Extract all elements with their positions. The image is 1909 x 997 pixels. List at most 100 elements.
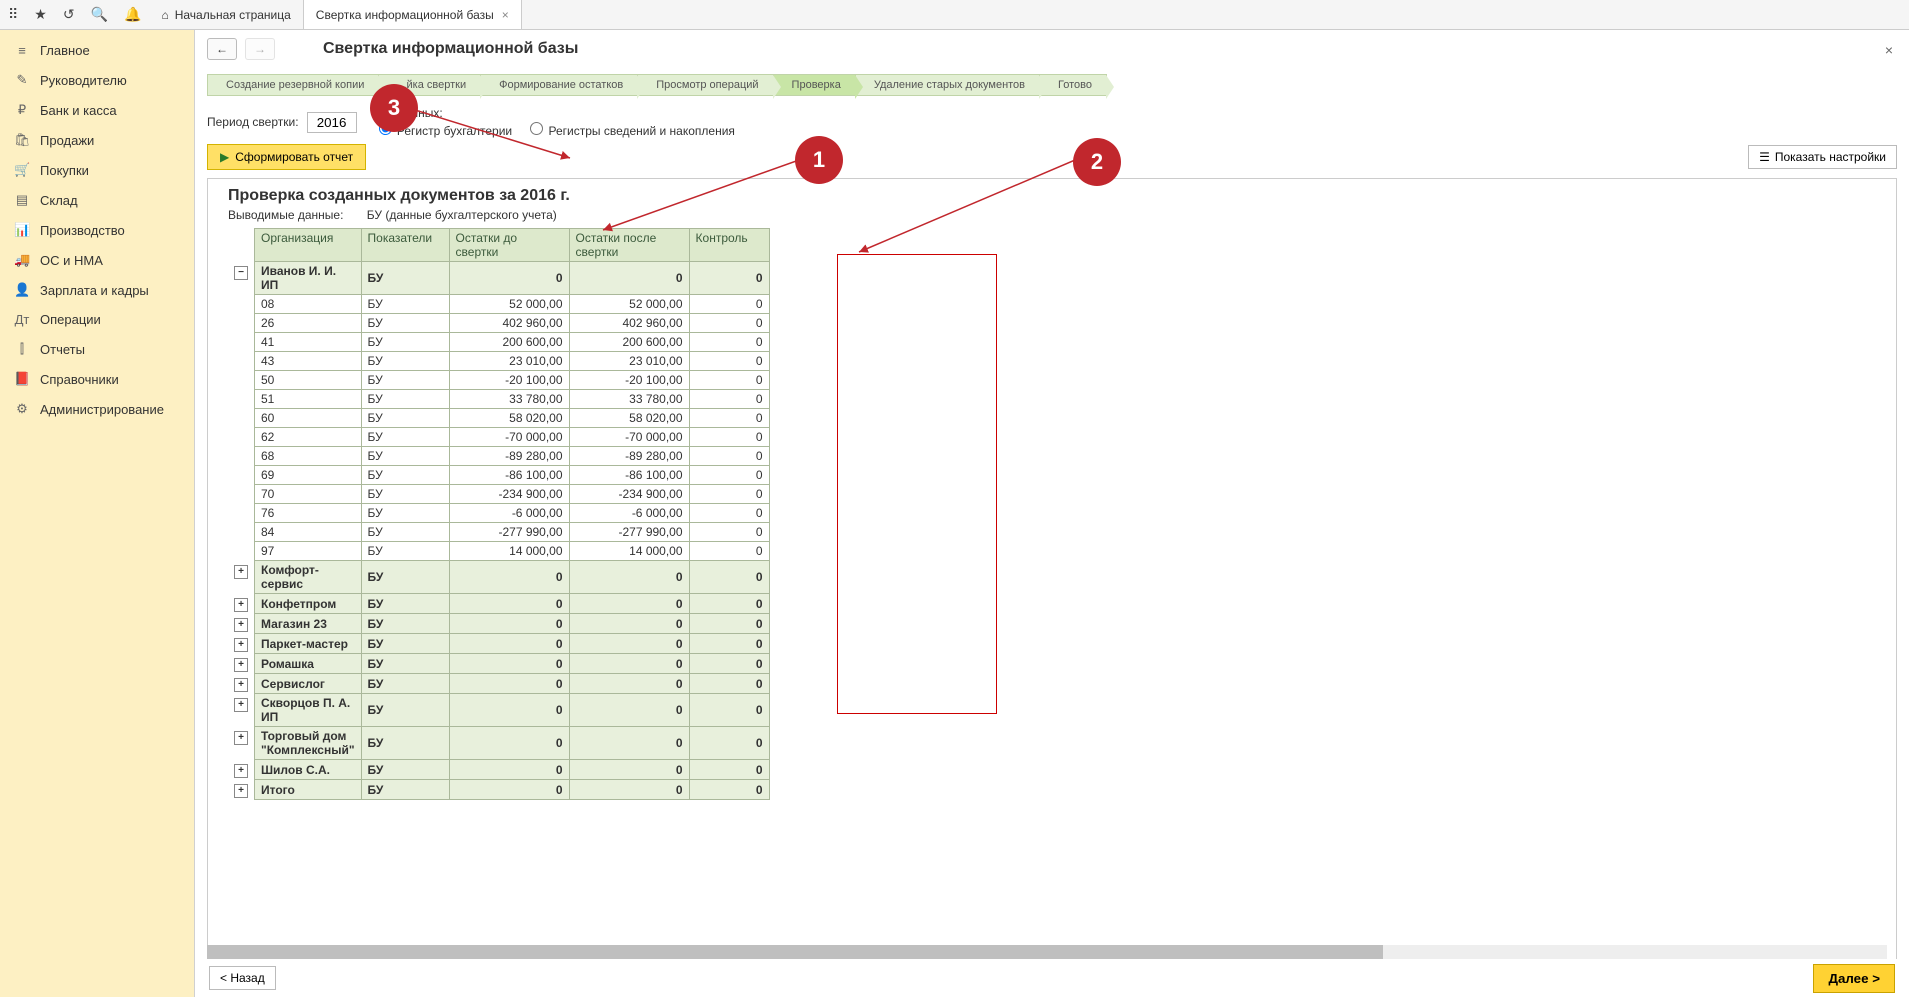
apps-icon[interactable]: ⠿ <box>8 6 18 23</box>
table-row[interactable]: 43БУ23 010,0023 010,000 <box>228 352 769 371</box>
table-row[interactable]: 50БУ-20 100,00-20 100,000 <box>228 371 769 390</box>
bell-icon[interactable]: 🔔 <box>124 6 141 23</box>
expand-icon[interactable]: + <box>234 658 248 672</box>
star-icon[interactable]: ★ <box>34 6 47 23</box>
horizontal-scrollbar[interactable] <box>207 945 1887 959</box>
table-row[interactable]: 97БУ14 000,0014 000,000 <box>228 542 769 561</box>
play-icon: ▶ <box>220 150 229 164</box>
sidebar-label: Продажи <box>40 133 94 148</box>
sidebar-label: Зарплата и кадры <box>40 283 149 298</box>
wizard-step[interactable]: Просмотр операций <box>637 74 773 96</box>
sidebar-item[interactable]: 👤Зарплата и кадры <box>0 275 194 305</box>
table-row[interactable]: 51БУ33 780,0033 780,000 <box>228 390 769 409</box>
sidebar-item[interactable]: ⫿Отчеты <box>0 334 194 364</box>
tab-label: Свертка информационной базы <box>316 8 494 22</box>
table-row[interactable]: 41БУ200 600,00200 600,000 <box>228 333 769 352</box>
th-org: Организация <box>255 229 362 262</box>
table-row[interactable]: 62БУ-70 000,00-70 000,000 <box>228 428 769 447</box>
topbar: ⠿ ★ ↺ 🔍 🔔 ⌂ Начальная страница Свертка инф… <box>0 0 1909 30</box>
wizard-steps: Создание резервной копии...йка сверткиФо… <box>207 74 1897 96</box>
sidebar-item[interactable]: ДтОперации <box>0 305 194 334</box>
expand-icon[interactable]: + <box>234 598 248 612</box>
close-icon[interactable]: × <box>1885 42 1893 58</box>
expand-icon[interactable]: + <box>234 678 248 692</box>
sidebar-item[interactable]: 🛒Покупки <box>0 155 194 185</box>
table-group-row[interactable]: +Паркет-мастерБУ000 <box>228 634 769 654</box>
footer: < Назад Далее > <box>195 959 1909 997</box>
sidebar-label: Производство <box>40 223 125 238</box>
sidebar-icon: ▤ <box>14 192 30 208</box>
period-input[interactable] <box>307 112 357 133</box>
home-icon: ⌂ <box>161 8 168 22</box>
sidebar-label: Администрирование <box>40 402 164 417</box>
table-row[interactable]: 76БУ-6 000,00-6 000,000 <box>228 504 769 523</box>
sidebar-item[interactable]: 🛍Продажи <box>0 125 194 155</box>
radio-registers[interactable]: Регистры сведений и накопления <box>530 122 735 138</box>
wizard-step[interactable]: Создание резервной копии <box>207 74 379 96</box>
wizard-step[interactable]: Удаление старых документов <box>855 74 1040 96</box>
table-group-row[interactable]: +КонфетпромБУ000 <box>228 594 769 614</box>
table-row[interactable]: 26БУ402 960,00402 960,000 <box>228 314 769 333</box>
table-group-row[interactable]: +СервислогБУ000 <box>228 674 769 694</box>
expand-icon[interactable]: + <box>234 698 248 712</box>
expand-icon[interactable]: + <box>234 731 248 745</box>
tab-label: Начальная страница <box>175 8 291 22</box>
period-label: Период свертки: <box>207 115 299 129</box>
sidebar-item[interactable]: ₽Банк и касса <box>0 95 194 125</box>
table-group-row[interactable]: +Скворцов П. А. ИПБУ000 <box>228 694 769 727</box>
generate-report-button[interactable]: ▶Сформировать отчет <box>207 144 366 170</box>
report-table: ОрганизацияПоказателиОстатки до сверткиО… <box>228 228 770 800</box>
table-row[interactable]: 68БУ-89 280,00-89 280,000 <box>228 447 769 466</box>
table-group-row[interactable]: +Торговый дом "Комплексный"БУ000 <box>228 727 769 760</box>
sidebar-label: Покупки <box>40 163 89 178</box>
sidebar-item[interactable]: 📕Справочники <box>0 364 194 394</box>
sidebar-item[interactable]: ≡Главное <box>0 36 194 65</box>
table-group-row[interactable]: +Комфорт-сервисБУ000 <box>228 561 769 594</box>
sidebar-icon: 📕 <box>14 371 30 387</box>
expand-icon[interactable]: + <box>234 618 248 632</box>
table-group-row[interactable]: +РомашкаБУ000 <box>228 654 769 674</box>
sidebar-item[interactable]: 🚚ОС и НМА <box>0 245 194 275</box>
next-button[interactable]: Далее > <box>1813 964 1895 993</box>
th-ctrl: Контроль <box>689 229 769 262</box>
back-nav-button[interactable]: ← <box>207 38 237 60</box>
wizard-step[interactable]: Проверка <box>773 74 856 96</box>
sidebar-icon: ≡ <box>14 43 30 58</box>
window-tab[interactable]: ⌂ Начальная страница <box>149 0 303 29</box>
window-tabs: ⌂ Начальная страница Свертка информационно… <box>149 0 521 29</box>
sidebar-item[interactable]: ✎Руководителю <box>0 65 194 95</box>
table-group-row[interactable]: +Шилов С.А.БУ000 <box>228 760 769 780</box>
table-row[interactable]: 70БУ-234 900,00-234 900,000 <box>228 485 769 504</box>
table-row[interactable]: 08БУ52 000,0052 000,000 <box>228 295 769 314</box>
sidebar-item[interactable]: ▤Склад <box>0 185 194 215</box>
forward-nav-button[interactable]: → <box>245 38 275 60</box>
wizard-step[interactable]: Формирование остатков <box>480 74 638 96</box>
history-icon[interactable]: ↺ <box>63 6 75 23</box>
sidebar-item[interactable]: 📊Производство <box>0 215 194 245</box>
table-group-row[interactable]: +ИтогоБУ000 <box>228 780 769 800</box>
search-icon[interactable]: 🔍 <box>91 6 108 23</box>
content-area: × ← → Свертка информационной базы Создан… <box>195 30 1909 997</box>
table-row[interactable]: 60БУ58 020,0058 020,000 <box>228 409 769 428</box>
table-group-row[interactable]: +Магазин 23БУ000 <box>228 614 769 634</box>
close-icon[interactable]: × <box>502 8 509 22</box>
window-tab[interactable]: Свертка информационной базы × <box>304 0 522 29</box>
wizard-step[interactable]: Готово <box>1039 74 1107 96</box>
collapse-icon[interactable]: − <box>234 266 248 280</box>
show-settings-button[interactable]: ☰Показать настройки <box>1748 145 1897 169</box>
sidebar-icon: ⚙ <box>14 401 30 417</box>
sidebar-icon: Дт <box>14 312 30 327</box>
expand-icon[interactable]: + <box>234 565 248 579</box>
report-area: Проверка созданных документов за 2016 г.… <box>207 178 1897 997</box>
table-group-row[interactable]: −Иванов И. И. ИПБУ000 <box>228 262 769 295</box>
sidebar-item[interactable]: ⚙ Администрирование <box>0 394 194 424</box>
expand-icon[interactable]: + <box>234 638 248 652</box>
table-row[interactable]: 69БУ-86 100,00-86 100,000 <box>228 466 769 485</box>
expand-icon[interactable]: + <box>234 764 248 778</box>
back-button[interactable]: < Назад <box>209 966 276 990</box>
sidebar-label: Отчеты <box>40 342 85 357</box>
settings-icon: ☰ <box>1759 150 1770 164</box>
table-row[interactable]: 84БУ-277 990,00-277 990,000 <box>228 523 769 542</box>
page-title: Свертка информационной базы <box>323 40 578 58</box>
expand-icon[interactable]: + <box>234 784 248 798</box>
